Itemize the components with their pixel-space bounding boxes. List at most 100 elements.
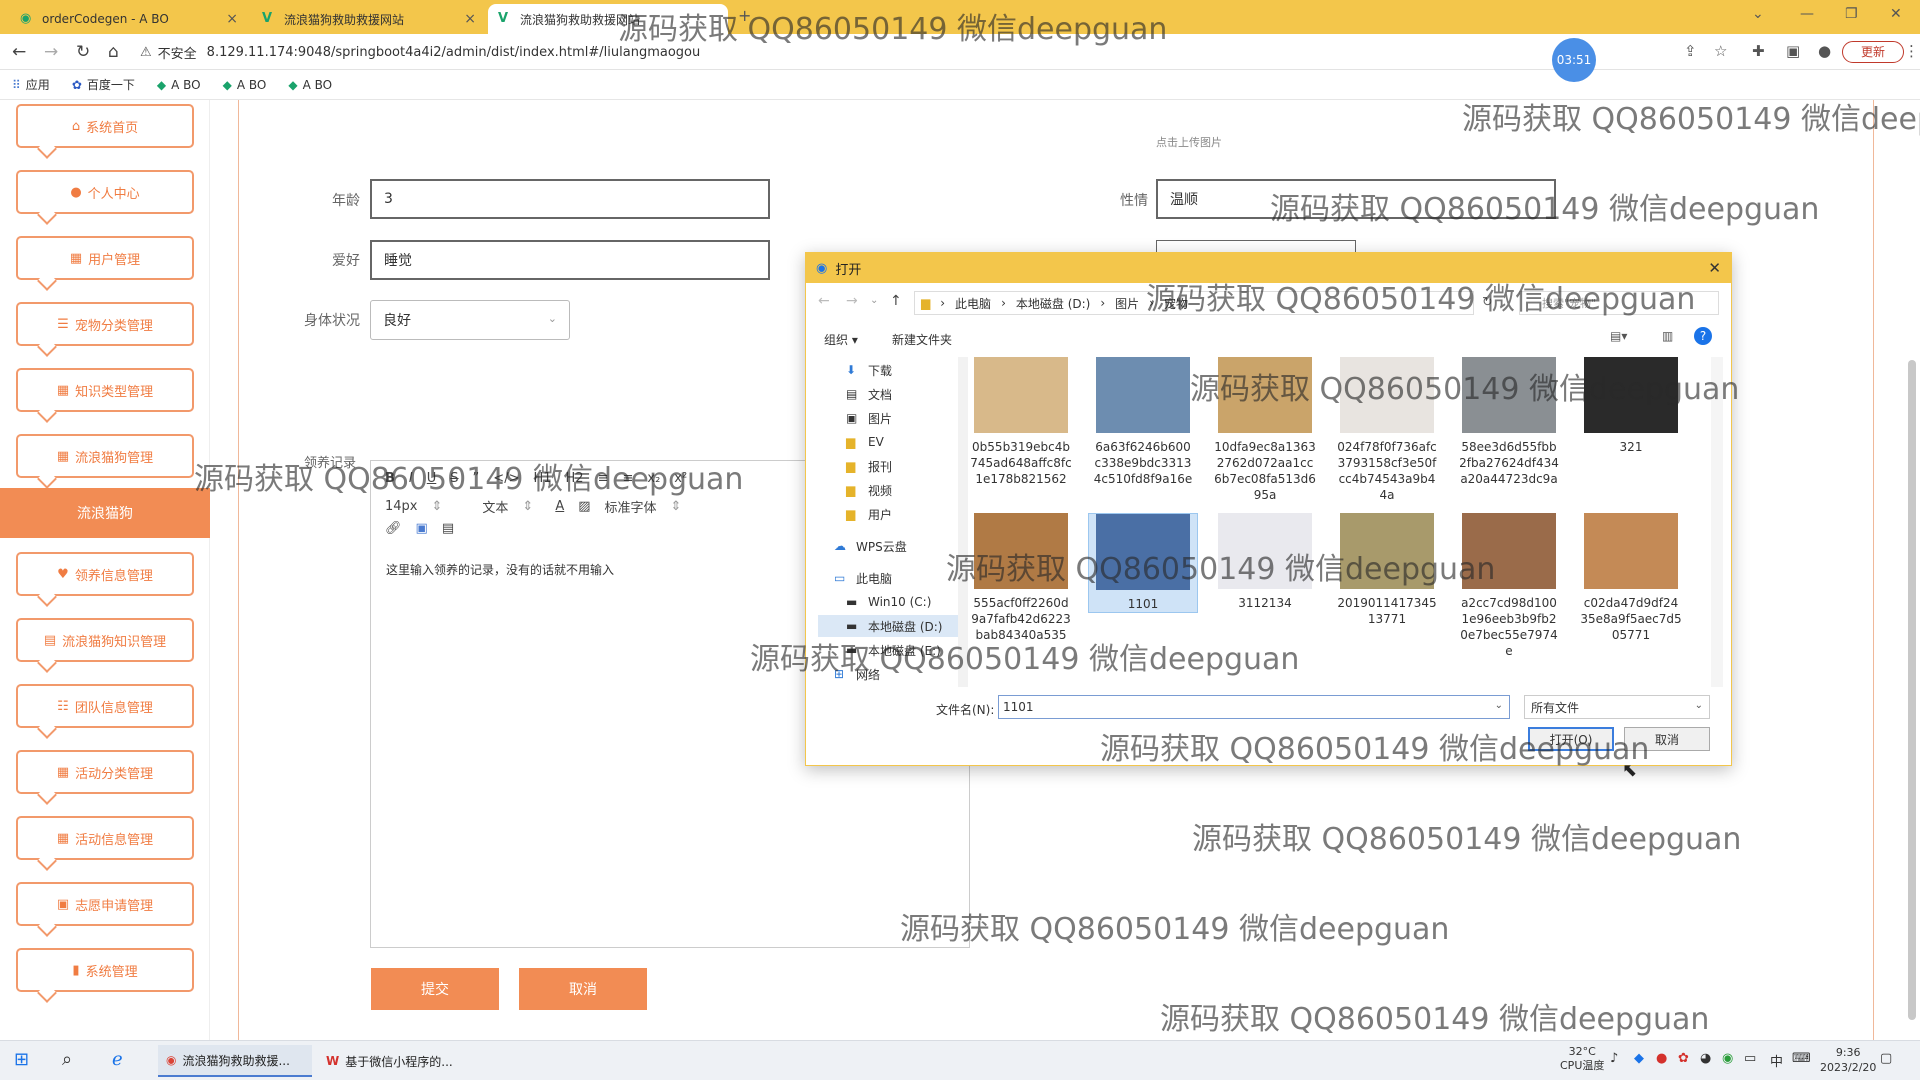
file-item[interactable]: 201901141734513771 bbox=[1332, 513, 1442, 627]
files-scrollbar[interactable] bbox=[1711, 357, 1723, 687]
browser-tab-1[interactable]: ◉ orderCodegen - A BO × bbox=[10, 4, 246, 34]
upload-hint[interactable]: 点击上传图片 bbox=[1156, 134, 1222, 150]
page-scrollbar[interactable] bbox=[1908, 360, 1916, 1020]
sidebar-item-volunteer[interactable]: ▣ 志愿申请管理 bbox=[16, 882, 194, 926]
sidebar-item-activity-category[interactable]: ▦ 活动分类管理 bbox=[16, 750, 194, 794]
bookmark-abo-1[interactable]: ◆ A BO bbox=[157, 78, 201, 92]
extensions-icon[interactable]: ✚ bbox=[1752, 42, 1765, 60]
forward-icon[interactable]: → bbox=[44, 42, 58, 62]
hobby-input[interactable]: 睡觉 bbox=[370, 240, 770, 280]
notification-icon[interactable]: ▢ bbox=[1880, 1051, 1892, 1066]
home-icon[interactable]: ⌂ bbox=[108, 42, 119, 62]
dialog-titlebar[interactable]: ◉ 打开 ✕ bbox=[806, 253, 1731, 283]
tree-item-documents[interactable]: ▤ 文档 bbox=[818, 383, 958, 405]
tree-item-downloads[interactable]: ⬇ 下载 bbox=[818, 359, 958, 381]
tree-item-folder[interactable]: ▆ EV bbox=[818, 431, 958, 453]
sidebar-item-profile[interactable]: ● 个人中心 bbox=[16, 170, 194, 214]
back-icon[interactable]: ← bbox=[818, 293, 830, 309]
dialog-close-icon[interactable]: ✕ bbox=[1708, 259, 1721, 277]
sidebar-item-home[interactable]: ⌂ 系统首页 bbox=[16, 104, 194, 148]
font-family-select[interactable]: 标准字体 bbox=[605, 497, 657, 516]
open-button[interactable]: 打开(O) bbox=[1528, 727, 1614, 751]
bookmark-baidu[interactable]: ✿ 百度一下 bbox=[72, 76, 135, 93]
filetype-select[interactable]: 所有文件 ⌄ bbox=[1524, 695, 1710, 719]
ordered-list-button[interactable]: ≡ bbox=[598, 471, 609, 486]
video-icon[interactable]: ▤ bbox=[442, 521, 454, 536]
file-item[interactable]: 58ee3d6d55fbb2fba27624df434a20a44723dc9a bbox=[1454, 357, 1564, 487]
sidebar-item-activity-info[interactable]: ▦ 活动信息管理 bbox=[16, 816, 194, 860]
dialog-search-input[interactable]: 搜索"宠物" bbox=[1519, 291, 1719, 315]
filename-input[interactable]: 1101 ⌄ bbox=[998, 695, 1510, 719]
omnibox[interactable]: ⚠ 不安全 8.129.11.174:9048/springboot4a4i2/… bbox=[140, 39, 1550, 65]
file-item[interactable]: 024f78f0f736afc3793158cf3e50fcc4b74543a9… bbox=[1332, 357, 1442, 503]
qq-icon[interactable]: ◕ bbox=[1700, 1051, 1711, 1066]
back-icon[interactable]: ← bbox=[12, 42, 26, 62]
italic-button[interactable]: I bbox=[409, 471, 413, 486]
cpu-temp-widget[interactable]: 32°C CPU温度 bbox=[1560, 1045, 1604, 1073]
sidebar-item-adoption[interactable]: ♥ 领养信息管理 bbox=[16, 552, 194, 596]
sidebar-item-users[interactable]: ▦ 用户管理 bbox=[16, 236, 194, 280]
ime-indicator[interactable]: 中 bbox=[1770, 1051, 1783, 1070]
health-select[interactable]: 良好 ⌄ bbox=[370, 300, 570, 340]
strike-button[interactable]: S bbox=[450, 471, 458, 486]
url-text[interactable]: 8.129.11.174:9048/springboot4a4i2/admin/… bbox=[207, 45, 701, 60]
bookmark-star-icon[interactable]: ☆ bbox=[1714, 42, 1727, 60]
tree-item-drive-c[interactable]: ▬ Win10 (C:) bbox=[818, 591, 958, 613]
sidepanel-icon[interactable]: ▣ bbox=[1786, 42, 1800, 60]
chevron-down-icon[interactable]: ⌄ bbox=[1495, 700, 1503, 711]
preview-pane-icon[interactable]: ▥ bbox=[1662, 329, 1673, 343]
share-icon[interactable]: ⇪ bbox=[1684, 42, 1697, 60]
recent-chevron-icon[interactable]: ⌄ bbox=[870, 295, 878, 306]
browser-tab-2[interactable]: V 流浪猫狗救助救援网站 × bbox=[252, 4, 484, 34]
tray-app-icon[interactable]: ◆ bbox=[1634, 1051, 1644, 1066]
editor-content[interactable]: 这里输入领养的记录，没有的话就不用输入 bbox=[386, 561, 614, 578]
superscript-button[interactable]: x² bbox=[674, 471, 687, 486]
tree-item-folder[interactable]: ▆ 视频 bbox=[818, 479, 958, 501]
cancel-button[interactable]: 取消 bbox=[519, 968, 647, 1010]
view-options-icon[interactable]: ▤▾ bbox=[1610, 329, 1627, 343]
window-close-icon[interactable]: ✕ bbox=[1890, 6, 1902, 22]
sidebar-item-pet-knowledge[interactable]: ▤ 流浪猫狗知识管理 bbox=[16, 618, 194, 662]
bold-button[interactable]: B bbox=[385, 471, 395, 486]
breadcrumb-item[interactable]: 此电脑 bbox=[955, 295, 991, 312]
tree-item-network[interactable]: ⊞ 网络 bbox=[818, 663, 958, 685]
file-item[interactable]: 0b55b319ebc4b745ad648affc8fc1e178b821562 bbox=[966, 357, 1076, 487]
bookmark-apps[interactable]: ⠿ 应用 bbox=[12, 76, 50, 93]
bookmark-abo-3[interactable]: ◆ A BO bbox=[288, 78, 332, 92]
submit-button[interactable]: 提交 bbox=[371, 968, 499, 1010]
tree-item-folder[interactable]: ▆ 用户 bbox=[818, 503, 958, 525]
new-tab-icon[interactable]: + bbox=[738, 6, 751, 25]
sidebar-item-pet-category[interactable]: ☰ 宠物分类管理 bbox=[16, 302, 194, 346]
ie-icon[interactable]: ℯ bbox=[112, 1049, 123, 1070]
ime-icon[interactable]: ⌨ bbox=[1792, 1051, 1811, 1066]
tree-item-folder[interactable]: ▆ 报刊 bbox=[818, 455, 958, 477]
sidebar-item-system[interactable]: ▮ 系统管理 bbox=[16, 948, 194, 992]
subscript-button[interactable]: x₂ bbox=[647, 471, 660, 486]
link-icon[interactable]: 🔗︎ bbox=[385, 521, 402, 536]
browser-tab-3-active[interactable]: V 流浪猫狗救助救援网站 bbox=[488, 4, 728, 34]
bookmark-abo-2[interactable]: ◆ A BO bbox=[223, 78, 267, 92]
minimize-icon[interactable]: — bbox=[1800, 6, 1814, 22]
tree-item-drive-e[interactable]: ▬ 本地磁盘 (E:) bbox=[818, 639, 958, 661]
sidebar-item-knowledge-type[interactable]: ▦ 知识类型管理 bbox=[16, 368, 194, 412]
forward-icon[interactable]: → bbox=[846, 293, 858, 309]
taskbar-item-wps[interactable]: W 基于微信小程序的... bbox=[318, 1045, 472, 1077]
organize-button[interactable]: 组织 ▾ bbox=[824, 331, 858, 348]
breadcrumb-item[interactable]: 图片 bbox=[1115, 295, 1139, 312]
breadcrumb[interactable]: ▆ › 此电脑 › 本地磁盘 (D:) › 图片 › 宠物 bbox=[914, 291, 1474, 315]
image-icon[interactable]: ▣ bbox=[416, 521, 428, 536]
font-color-icon[interactable]: A bbox=[555, 499, 564, 514]
refresh-icon[interactable]: ↻ bbox=[1482, 295, 1493, 310]
file-item[interactable]: a2cc7cd98d1001e96eeb3b9fb20e7bec55e7974e bbox=[1454, 513, 1564, 659]
clock[interactable]: 9:36 2023/2/20 bbox=[1820, 1045, 1876, 1075]
dialog-cancel-button[interactable]: 取消 bbox=[1624, 727, 1710, 751]
tab-search-icon[interactable]: ⌄ bbox=[1752, 6, 1764, 22]
file-item[interactable]: 1101 bbox=[1088, 513, 1198, 613]
tray-app-icon[interactable]: ✿ bbox=[1678, 1051, 1689, 1066]
sidebar-item-stray-pets[interactable]: ▦ 流浪猫狗管理 bbox=[16, 434, 194, 478]
text-type-select[interactable]: 文本 bbox=[482, 497, 508, 516]
tree-item-pictures[interactable]: ▣ 图片 bbox=[818, 407, 958, 429]
tree-item-this-pc[interactable]: ▭ 此电脑 bbox=[818, 567, 958, 589]
h2-button[interactable]: H2 bbox=[566, 471, 584, 486]
h1-button[interactable]: H1 bbox=[533, 471, 551, 486]
